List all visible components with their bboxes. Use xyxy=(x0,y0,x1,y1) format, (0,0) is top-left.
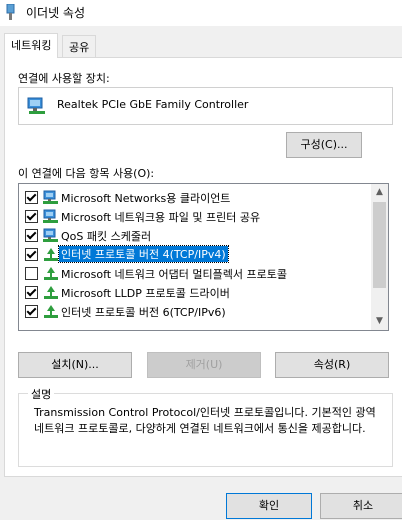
protocol-icon xyxy=(44,286,58,299)
properties-button[interactable]: 속성(R) xyxy=(275,352,389,378)
network-client-icon xyxy=(43,190,58,204)
list-item[interactable]: 인터넷 프로토콜 버전 6(TCP/IPv6) xyxy=(19,302,371,321)
device-box: Realtek PCIe GbE Family Controller xyxy=(18,87,393,125)
device-name: Realtek PCIe GbE Family Controller xyxy=(57,98,249,111)
cancel-button-label: 취소 xyxy=(352,499,374,512)
ethernet-icon xyxy=(6,4,15,20)
tab-label: 공유 xyxy=(69,41,90,54)
item-label: QoS 패킷 스케줄러 xyxy=(61,230,152,243)
list-item[interactable]: Microsoft Networks용 클라이언트 xyxy=(19,188,371,207)
scroll-down-icon[interactable]: ▼ xyxy=(371,313,388,330)
install-button[interactable]: 설치(N)... xyxy=(18,352,132,378)
uninstall-button-label: 제거(U) xyxy=(185,358,223,371)
item-checkbox[interactable] xyxy=(25,267,38,280)
tab-networking[interactable]: 네트워킹 xyxy=(4,33,59,58)
scroll-thumb[interactable] xyxy=(373,202,386,288)
description-text: Transmission Control Protocol/인터넷 프로토콜입니… xyxy=(34,406,376,435)
network-client-icon xyxy=(43,228,58,242)
scroll-up-icon[interactable]: ▲ xyxy=(371,184,388,201)
list-scrollbar[interactable]: ▲ ▼ xyxy=(371,184,388,330)
description-title: 설명 xyxy=(28,386,55,402)
item-label: 인터넷 프로토콜 버전 4(TCP/IPv4) xyxy=(58,245,229,263)
item-label: 인터넷 프로토콜 버전 6(TCP/IPv6) xyxy=(61,306,226,319)
list-item[interactable]: Microsoft 네트워크용 파일 및 프린터 공유 xyxy=(19,207,371,226)
item-checkbox[interactable] xyxy=(25,248,38,261)
list-item-selected[interactable]: 인터넷 프로토콜 버전 4(TCP/IPv4) xyxy=(19,245,371,264)
window-title: 이더넷 속성 xyxy=(26,6,86,20)
item-checkbox[interactable] xyxy=(25,286,38,299)
uninstall-button[interactable]: 제거(U) xyxy=(147,352,261,378)
ok-button-label: 확인 xyxy=(258,499,280,512)
item-label: Microsoft 네트워크 어댑터 멀티플렉서 프로토콜 xyxy=(61,268,287,281)
item-checkbox[interactable] xyxy=(25,210,38,223)
item-checkbox[interactable] xyxy=(25,305,38,318)
connect-using-label: 연결에 사용할 장치: xyxy=(18,72,110,85)
tab-sharing[interactable]: 공유 xyxy=(62,35,97,57)
configure-button-label: 구성(C)... xyxy=(300,138,348,151)
protocol-icon xyxy=(44,267,58,280)
tab-label: 네트워킹 xyxy=(11,39,52,52)
protocol-icon xyxy=(44,305,58,318)
cancel-button[interactable]: 취소 xyxy=(320,493,402,519)
list-item[interactable]: QoS 패킷 스케줄러 xyxy=(19,226,371,245)
network-adapter-icon xyxy=(27,97,45,114)
protocol-icon xyxy=(44,248,58,261)
properties-button-label: 속성(R) xyxy=(313,358,351,371)
item-checkbox[interactable] xyxy=(25,191,38,204)
list-item[interactable]: Microsoft 네트워크 어댑터 멀티플렉서 프로토콜 xyxy=(19,264,371,283)
network-client-icon xyxy=(43,209,58,223)
install-button-label: 설치(N)... xyxy=(51,358,99,371)
item-label: Microsoft LLDP 프로토콜 드라이버 xyxy=(61,287,230,300)
item-checkbox[interactable] xyxy=(25,229,38,242)
components-list[interactable]: Microsoft Networks용 클라이언트 Microsoft 네트워크… xyxy=(18,183,389,331)
configure-button[interactable]: 구성(C)... xyxy=(286,132,362,158)
items-label: 이 연결에 다음 항목 사용(O): xyxy=(18,167,155,180)
list-item[interactable]: Microsoft LLDP 프로토콜 드라이버 xyxy=(19,283,371,302)
item-label: Microsoft Networks용 클라이언트 xyxy=(61,192,231,205)
item-label: Microsoft 네트워크용 파일 및 프린터 공유 xyxy=(61,211,261,224)
ok-button[interactable]: 확인 xyxy=(226,493,312,519)
title-bar: 이더넷 속성 xyxy=(0,0,402,26)
